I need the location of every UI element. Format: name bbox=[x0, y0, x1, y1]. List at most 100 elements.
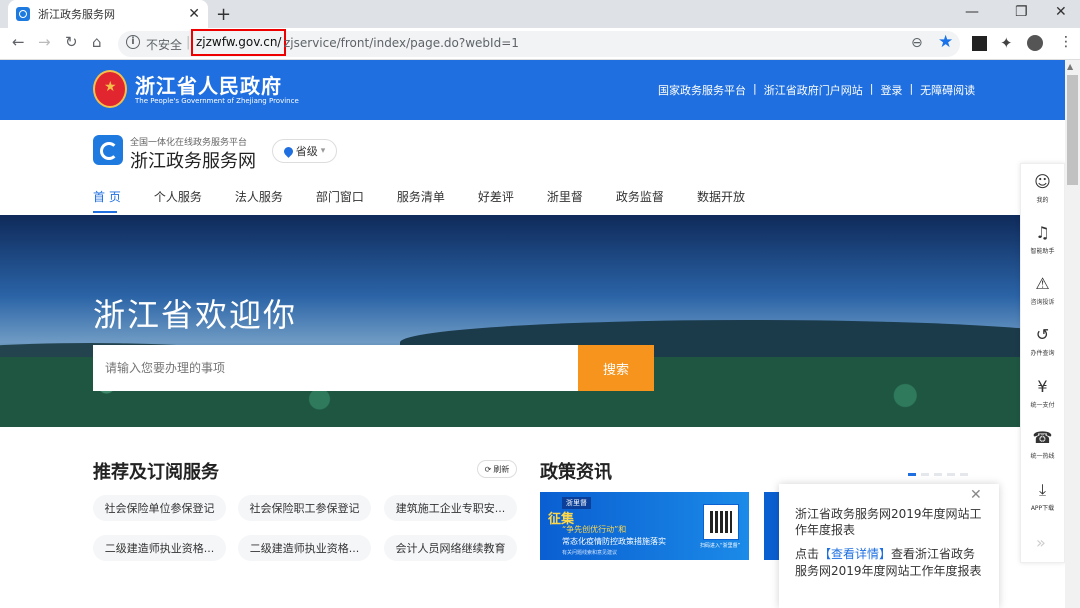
address-separator: | bbox=[186, 35, 191, 50]
carousel-dot[interactable] bbox=[960, 473, 968, 476]
service-chip[interactable]: 会计人员网络继续教育 bbox=[384, 535, 517, 561]
main-nav: 首 页 个人服务 法人服务 部门窗口 服务清单 好差评 浙里督 政务监督 数据开… bbox=[93, 188, 778, 205]
zoom-icon[interactable]: ⊖ bbox=[911, 35, 923, 51]
popup-title: 浙江省政务服务网2019年度网站工作年度报表 bbox=[795, 507, 982, 537]
recommend-title: 推荐及订阅服务 bbox=[93, 462, 219, 483]
refresh-label: 刷新 bbox=[493, 464, 510, 474]
site-favicon-icon bbox=[16, 7, 30, 21]
tab-close-icon[interactable]: ✕ bbox=[188, 6, 200, 22]
carousel-dots bbox=[908, 473, 968, 476]
alert-shield-icon: ⚠ bbox=[1035, 274, 1050, 293]
nav-home[interactable]: 首 页 bbox=[93, 188, 121, 205]
service-chip[interactable]: 二级建造师执业资格... bbox=[93, 535, 226, 561]
sidebar-item-complaint[interactable]: ⚠ 咨询投诉 bbox=[1020, 274, 1065, 307]
minimize-button[interactable]: — bbox=[965, 4, 979, 20]
home-icon[interactable]: ⌂ bbox=[92, 33, 102, 51]
extension-icon[interactable] bbox=[972, 36, 987, 51]
close-window-button[interactable]: ✕ bbox=[1055, 4, 1067, 20]
search-input[interactable] bbox=[93, 345, 579, 391]
nav-supervision[interactable]: 政务监督 bbox=[616, 188, 664, 205]
sidebar-item-mine[interactable]: ☺ 我的 bbox=[1020, 172, 1065, 205]
info-icon[interactable]: i bbox=[126, 35, 140, 49]
nav-legal-person-services[interactable]: 法人服务 bbox=[235, 188, 283, 205]
link-provincial-portal[interactable]: 浙江省政府门户网站 bbox=[764, 82, 863, 98]
carousel-dot[interactable] bbox=[947, 473, 955, 476]
forward-icon[interactable]: → bbox=[38, 33, 51, 51]
link-national-platform[interactable]: 国家政务服务平台 bbox=[658, 82, 746, 98]
insecure-label[interactable]: 不安全 bbox=[146, 36, 182, 53]
scrollbar-thumb[interactable] bbox=[1067, 75, 1078, 185]
accessibility-link[interactable]: 无障碍阅读 bbox=[920, 82, 975, 98]
sidebar-item-payment[interactable]: ¥ 统一支付 bbox=[1020, 378, 1065, 410]
carousel-dot[interactable] bbox=[921, 473, 929, 476]
back-icon[interactable]: ← bbox=[12, 33, 25, 51]
user-icon: ☺ bbox=[1034, 172, 1051, 191]
nav-open-data[interactable]: 数据开放 bbox=[697, 188, 745, 205]
link-divider: | bbox=[869, 82, 874, 95]
gov-subtitle: The People's Government of Zhejiang Prov… bbox=[135, 97, 299, 105]
scroll-up-icon[interactable]: ▲ bbox=[1067, 62, 1073, 71]
maximize-button[interactable]: ❐ bbox=[1015, 4, 1028, 20]
sidebar-label: 统一热线 bbox=[1030, 453, 1055, 460]
nav-zhelidu[interactable]: 浙里督 bbox=[547, 188, 583, 205]
sidebar-item-assistant[interactable]: ♫ 智能助手 bbox=[1020, 224, 1065, 256]
close-icon[interactable]: ✕ bbox=[970, 487, 982, 503]
search-button[interactable]: 搜索 bbox=[578, 345, 654, 391]
service-chip[interactable]: 社会保险单位参保登记 bbox=[93, 495, 226, 521]
banner-small-text: 有关问题线索和意见建议 bbox=[562, 550, 618, 556]
sidebar-label: 咨询投诉 bbox=[1030, 299, 1055, 306]
sidebar-item-query[interactable]: ↺ 办件查询 bbox=[1020, 325, 1065, 358]
popup-body-prefix: 点击 bbox=[795, 547, 820, 561]
service-chip[interactable]: 社会保险职工参保登记 bbox=[238, 495, 371, 521]
refresh-button[interactable]: ⟳ 刷新 bbox=[477, 460, 517, 478]
region-selector[interactable]: 省级 ▾ bbox=[272, 139, 337, 163]
banner-line2: 常态化疫情防控政策措施落实 bbox=[562, 537, 666, 546]
refresh-icon: ⟳ bbox=[484, 464, 492, 474]
new-tab-button[interactable]: + bbox=[216, 4, 231, 25]
zjzwfw-logo-icon[interactable] bbox=[93, 135, 123, 165]
sidebar-item-app-download[interactable]: ⤓ APP下载 bbox=[1020, 481, 1065, 513]
browser-menu-icon[interactable]: ⋮ bbox=[1059, 34, 1073, 50]
carousel-dot[interactable] bbox=[908, 473, 916, 476]
carousel-dot[interactable] bbox=[934, 473, 942, 476]
service-chip[interactable]: 建筑施工企业专职安... bbox=[384, 495, 517, 521]
region-label: 省级 bbox=[295, 145, 318, 158]
brand-name[interactable]: 浙江政务服务网 bbox=[130, 147, 256, 173]
extensions-puzzle-icon[interactable]: ✦ bbox=[1000, 34, 1013, 52]
login-link[interactable]: 登录 bbox=[880, 82, 902, 98]
collapse-sidebar-icon[interactable]: » bbox=[1036, 533, 1046, 552]
sidebar-label: APP下载 bbox=[1030, 505, 1055, 512]
bookmark-star-icon[interactable]: ★ bbox=[938, 32, 953, 52]
national-emblem-icon bbox=[93, 70, 127, 108]
gov-title[interactable]: 浙江省人民政府 bbox=[135, 70, 282, 99]
history-icon: ↺ bbox=[1035, 325, 1050, 344]
banner-line1: “争先创优行动”和 bbox=[562, 525, 627, 534]
reload-icon[interactable]: ↻ bbox=[65, 33, 78, 51]
sidebar-item-hotline[interactable]: ☎ 统一热线 bbox=[1020, 429, 1065, 461]
location-pin-icon bbox=[281, 144, 295, 158]
profile-avatar-icon[interactable] bbox=[1027, 35, 1043, 51]
sidebar-label: 统一支付 bbox=[1030, 402, 1055, 409]
tab-title: 浙江政务服务网 bbox=[38, 8, 115, 21]
nav-rating[interactable]: 好差评 bbox=[478, 188, 514, 205]
service-chip[interactable]: 二级建造师执业资格... bbox=[238, 535, 371, 561]
sidebar-label: 办件查询 bbox=[1030, 350, 1055, 357]
url-path[interactable]: zjservice/front/index/page.do?webId=1 bbox=[284, 36, 519, 50]
browser-tab[interactable]: 浙江政务服务网 ✕ bbox=[8, 0, 208, 28]
qr-code-icon bbox=[703, 504, 739, 540]
sidebar-label: 智能助手 bbox=[1030, 248, 1055, 255]
link-divider: | bbox=[909, 82, 914, 95]
nav-active-indicator bbox=[93, 211, 117, 213]
url-host-highlighted[interactable]: zjzwfw.gov.cn/ bbox=[191, 29, 287, 56]
nav-service-list[interactable]: 服务清单 bbox=[397, 188, 445, 205]
qr-caption: 扫码进入“浙里督” bbox=[700, 543, 741, 549]
nav-personal-services[interactable]: 个人服务 bbox=[154, 188, 202, 205]
policy-title: 政策资讯 bbox=[540, 462, 612, 483]
view-details-link[interactable]: 【查看详情】 bbox=[819, 547, 891, 561]
nav-department-windows[interactable]: 部门窗口 bbox=[316, 188, 364, 205]
hero-title: 浙江省欢迎你 bbox=[93, 296, 298, 334]
link-divider: | bbox=[753, 82, 757, 95]
top-links: 国家政务服务平台 | 浙江省政府门户网站 | 登录 | 无障碍阅读 bbox=[658, 82, 975, 98]
popup-body: 点击【查看详情】查看浙江省政务服务网2019年度网站工作年度报表 bbox=[795, 546, 985, 580]
sidebar-label: 我的 bbox=[1036, 197, 1049, 204]
